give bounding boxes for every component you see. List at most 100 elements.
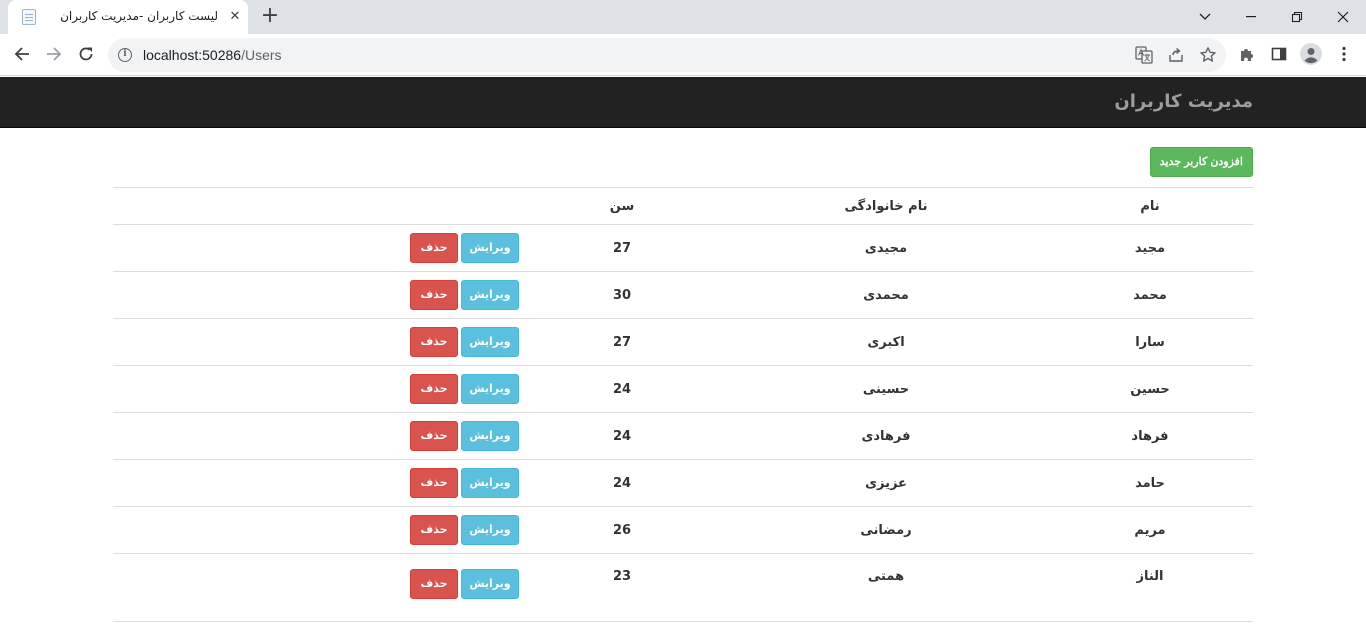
site-navbar: مدیریت کاربران xyxy=(0,77,1366,128)
delete-user-button[interactable]: حذف xyxy=(410,569,458,599)
table-row: مریم رمضانی 26 ویرایش حذف xyxy=(113,506,1253,554)
table-body: مجید مجیدی 27 ویرایش حذف محمد محمدی 30 ویرایش حذف… xyxy=(113,224,1253,622)
bookmark-star-icon[interactable] xyxy=(1198,45,1218,65)
row-actions: ویرایش حذف xyxy=(113,365,519,413)
tab-close-icon[interactable]: ✕ xyxy=(226,8,244,26)
back-arrow-icon[interactable] xyxy=(8,40,36,68)
user-first-name: حسین xyxy=(1047,365,1253,413)
edit-user-button[interactable]: ویرایش xyxy=(461,374,519,404)
restore-icon[interactable] xyxy=(1274,0,1320,34)
translate-icon[interactable] xyxy=(1134,45,1154,65)
kebab-menu-icon[interactable] xyxy=(1330,40,1358,68)
user-last-name: محمدی xyxy=(725,271,1047,319)
delete-user-button[interactable]: حذف xyxy=(410,515,458,545)
user-last-name: اکبری xyxy=(725,318,1047,366)
user-last-name: همتی xyxy=(725,553,1047,622)
url-text: localhost:50286/Users xyxy=(143,47,282,63)
user-first-name: مریم xyxy=(1047,506,1253,554)
share-icon[interactable] xyxy=(1166,45,1186,65)
users-table: نام نام خانوادگی سن مجید مجیدی 27 ویرایش حذف… xyxy=(113,187,1253,622)
delete-user-button[interactable]: حذف xyxy=(410,421,458,451)
column-header-name: نام xyxy=(1047,187,1253,225)
edit-user-button[interactable]: ویرایش xyxy=(461,569,519,599)
user-last-name: مجیدی xyxy=(725,224,1047,272)
table-header-row: نام نام خانوادگی سن xyxy=(113,187,1253,225)
edit-user-button[interactable]: ویرایش xyxy=(461,468,519,498)
edit-user-button[interactable]: ویرایش xyxy=(461,515,519,545)
row-actions: ویرایش حذف xyxy=(113,224,519,272)
edit-user-button[interactable]: ویرایش xyxy=(461,280,519,310)
forward-arrow-icon[interactable] xyxy=(40,40,68,68)
user-age: 30 xyxy=(519,271,725,319)
add-user-button[interactable]: افزودن کاربر جدید xyxy=(1149,147,1253,177)
row-actions: ویرایش حذف xyxy=(113,553,519,622)
address-bar[interactable]: i localhost:50286/Users xyxy=(108,38,1226,72)
row-actions: ویرایش حذف xyxy=(113,459,519,507)
row-actions: ویرایش حذف xyxy=(113,271,519,319)
close-window-icon[interactable] xyxy=(1320,0,1366,34)
table-row: فرهاد فرهادی 24 ویرایش حذف xyxy=(113,412,1253,460)
row-actions: ویرایش حذف xyxy=(113,412,519,460)
row-action-group: ویرایش حذف xyxy=(113,515,519,545)
table-row: حسین حسینی 24 ویرایش حذف xyxy=(113,365,1253,413)
user-last-name: رمضانی xyxy=(725,506,1047,554)
delete-user-button[interactable]: حذف xyxy=(410,280,458,310)
user-age: 24 xyxy=(519,412,725,460)
user-age: 27 xyxy=(519,224,725,272)
user-first-name: سارا xyxy=(1047,318,1253,366)
extensions-puzzle-icon[interactable] xyxy=(1233,40,1261,68)
table-row: حامد عزیزی 24 ویرایش حذف xyxy=(113,459,1253,507)
delete-user-button[interactable]: حذف xyxy=(410,374,458,404)
user-age: 24 xyxy=(519,459,725,507)
user-first-name: حامد xyxy=(1047,459,1253,507)
tab-strip: لیست کاربران -مدیریت کاربران ✕ + xyxy=(0,0,1366,34)
row-action-group: ویرایش حذف xyxy=(113,233,519,263)
edit-user-button[interactable]: ویرایش xyxy=(461,233,519,263)
user-age: 26 xyxy=(519,506,725,554)
user-last-name: حسینی xyxy=(725,365,1047,413)
user-last-name: عزیزی xyxy=(725,459,1047,507)
profile-avatar-icon[interactable] xyxy=(1297,40,1325,68)
edit-user-button[interactable]: ویرایش xyxy=(461,327,519,357)
column-header-age: سن xyxy=(519,187,725,225)
row-actions: ویرایش حذف xyxy=(113,318,519,366)
new-tab-button[interactable]: + xyxy=(258,5,282,29)
edit-user-button[interactable]: ویرایش xyxy=(461,421,519,451)
column-header-actions xyxy=(113,187,519,225)
user-age: 24 xyxy=(519,365,725,413)
side-panel-icon[interactable] xyxy=(1265,40,1293,68)
table-row: الناز همتی 23 ویرایش حذف xyxy=(113,553,1253,622)
row-action-group: ویرایش حذف xyxy=(113,468,519,498)
user-last-name: فرهادی xyxy=(725,412,1047,460)
user-first-name: فرهاد xyxy=(1047,412,1253,460)
page-favicon-icon xyxy=(22,9,36,25)
site-info-icon[interactable]: i xyxy=(118,48,132,62)
reload-icon[interactable] xyxy=(72,40,100,68)
table-row: مجید مجیدی 27 ویرایش حذف xyxy=(113,224,1253,272)
minimize-icon[interactable] xyxy=(1228,0,1274,34)
url-path: /Users xyxy=(241,47,282,63)
user-age: 23 xyxy=(519,553,725,622)
navbar-brand[interactable]: مدیریت کاربران xyxy=(1114,91,1253,112)
tab-title: لیست کاربران -مدیریت کاربران xyxy=(60,9,218,23)
delete-user-button[interactable]: حذف xyxy=(410,233,458,263)
delete-user-button[interactable]: حذف xyxy=(410,327,458,357)
table-row: سارا اکبری 27 ویرایش حذف xyxy=(113,318,1253,366)
tab-search-icon[interactable] xyxy=(1182,0,1228,34)
table-row: محمد محمدی 30 ویرایش حذف xyxy=(113,271,1253,319)
user-first-name: الناز xyxy=(1047,553,1253,622)
row-action-group: ویرایش حذف xyxy=(113,280,519,310)
row-action-group: ویرایش حذف xyxy=(113,374,519,404)
row-action-group: ویرایش حذف xyxy=(113,327,519,357)
user-first-name: محمد xyxy=(1047,271,1253,319)
row-action-group: ویرایش حذف xyxy=(113,421,519,451)
delete-user-button[interactable]: حذف xyxy=(410,468,458,498)
user-first-name: مجید xyxy=(1047,224,1253,272)
url-host: localhost:50286 xyxy=(143,47,242,63)
browser-toolbar: i localhost:50286/Users xyxy=(0,34,1366,76)
row-actions: ویرایش حذف xyxy=(113,506,519,554)
user-age: 27 xyxy=(519,318,725,366)
row-action-group: ویرایش حذف xyxy=(113,569,519,599)
column-header-family: نام خانوادگی xyxy=(725,187,1047,225)
browser-tab[interactable]: لیست کاربران -مدیریت کاربران ✕ xyxy=(8,0,248,34)
